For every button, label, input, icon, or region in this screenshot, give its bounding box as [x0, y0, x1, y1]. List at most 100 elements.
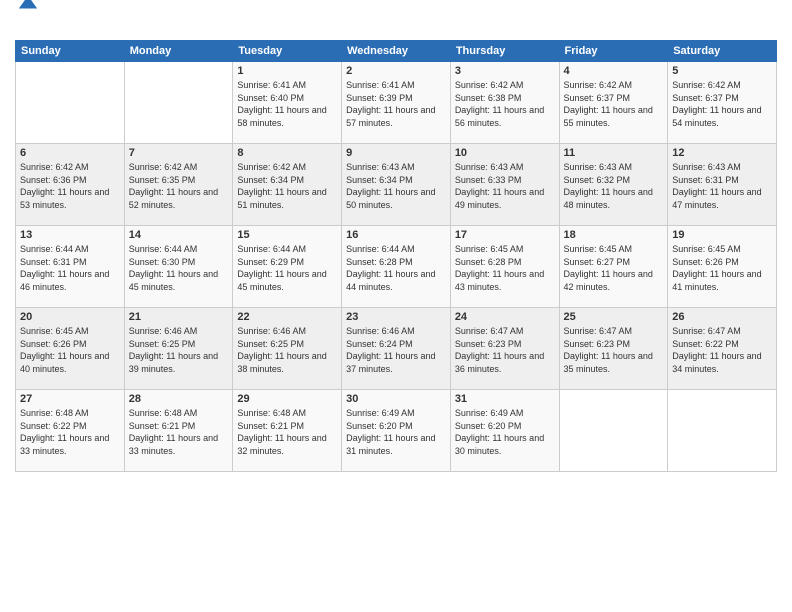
week-row-3: 13 Sunrise: 6:44 AMSunset: 6:31 PMDayligh…	[16, 226, 777, 308]
day-number: 19	[672, 229, 772, 241]
weekday-header-row: SundayMondayTuesdayWednesdayThursdayFrid…	[16, 41, 777, 62]
day-info: Sunrise: 6:42 AMSunset: 6:38 PMDaylight:…	[455, 79, 555, 129]
calendar-cell: 26 Sunrise: 6:47 AMSunset: 6:22 PMDayligh…	[668, 308, 777, 390]
day-info: Sunrise: 6:42 AMSunset: 6:35 PMDaylight:…	[129, 161, 229, 211]
calendar-cell: 16Sunrise: 6:44 AMSunset: 6:28 PMDayligh…	[342, 226, 451, 308]
day-info: Sunrise: 6:41 AMSunset: 6:39 PMDaylight:…	[346, 79, 446, 129]
calendar-cell: 4 Sunrise: 6:42 AMSunset: 6:37 PMDaylight…	[559, 62, 668, 144]
day-number: 1	[237, 65, 337, 77]
day-number: 6	[20, 147, 120, 159]
day-number: 22	[237, 311, 337, 323]
page: SundayMondayTuesdayWednesdayThursdayFrid…	[0, 0, 792, 612]
weekday-header-wednesday: Wednesday	[342, 41, 451, 62]
day-info: Sunrise: 6:47 AMSunset: 6:23 PMDaylight:…	[455, 325, 555, 375]
day-info: Sunrise: 6:48 AMSunset: 6:21 PMDaylight:…	[237, 407, 337, 457]
calendar-cell: 12 Sunrise: 6:43 AMSunset: 6:31 PMDayligh…	[668, 144, 777, 226]
day-info: Sunrise: 6:45 AMSunset: 6:26 PMDaylight:…	[672, 243, 772, 293]
weekday-header-friday: Friday	[559, 41, 668, 62]
calendar-cell: 28 Sunrise: 6:48 AMSunset: 6:21 PMDayligh…	[124, 390, 233, 472]
weekday-header-tuesday: Tuesday	[233, 41, 342, 62]
day-info: Sunrise: 6:45 AMSunset: 6:28 PMDaylight:…	[455, 243, 555, 293]
day-number: 2	[346, 65, 446, 77]
calendar-cell: 24 Sunrise: 6:47 AMSunset: 6:23 PMDayligh…	[450, 308, 559, 390]
calendar-table: SundayMondayTuesdayWednesdayThursdayFrid…	[15, 40, 777, 472]
calendar-cell: 23 Sunrise: 6:46 AMSunset: 6:24 PMDayligh…	[342, 308, 451, 390]
day-number: 20	[20, 311, 120, 323]
calendar-cell: 30 Sunrise: 6:49 AMSunset: 6:20 PMDayligh…	[342, 390, 451, 472]
day-number: 30	[346, 393, 446, 405]
header	[15, 10, 777, 32]
day-info: Sunrise: 6:45 AMSunset: 6:26 PMDaylight:…	[20, 325, 120, 375]
calendar-cell: 3 Sunrise: 6:42 AMSunset: 6:38 PMDaylight…	[450, 62, 559, 144]
calendar-cell: 19 Sunrise: 6:45 AMSunset: 6:26 PMDayligh…	[668, 226, 777, 308]
calendar-cell	[124, 62, 233, 144]
calendar-cell: 8Sunrise: 6:42 AMSunset: 6:34 PMDaylight…	[233, 144, 342, 226]
day-number: 21	[129, 311, 229, 323]
day-info: Sunrise: 6:45 AMSunset: 6:27 PMDaylight:…	[564, 243, 664, 293]
day-number: 31	[455, 393, 555, 405]
calendar-cell	[668, 390, 777, 472]
weekday-header-monday: Monday	[124, 41, 233, 62]
day-number: 25	[564, 311, 664, 323]
day-number: 10	[455, 147, 555, 159]
day-info: Sunrise: 6:43 AMSunset: 6:33 PMDaylight:…	[455, 161, 555, 211]
day-number: 12	[672, 147, 772, 159]
calendar-cell: 1 Sunrise: 6:41 AMSunset: 6:40 PMDaylight…	[233, 62, 342, 144]
day-number: 28	[129, 393, 229, 405]
calendar-cell: 6Sunrise: 6:42 AMSunset: 6:36 PMDaylight…	[16, 144, 125, 226]
day-number: 18	[564, 229, 664, 241]
weekday-header-sunday: Sunday	[16, 41, 125, 62]
day-number: 23	[346, 311, 446, 323]
day-info: Sunrise: 6:46 AMSunset: 6:24 PMDaylight:…	[346, 325, 446, 375]
day-number: 3	[455, 65, 555, 77]
day-info: Sunrise: 6:49 AMSunset: 6:20 PMDaylight:…	[455, 407, 555, 457]
calendar-cell: 11 Sunrise: 6:43 AMSunset: 6:32 PMDayligh…	[559, 144, 668, 226]
day-number: 14	[129, 229, 229, 241]
calendar-cell: 27 Sunrise: 6:48 AMSunset: 6:22 PMDayligh…	[16, 390, 125, 472]
week-row-2: 6Sunrise: 6:42 AMSunset: 6:36 PMDaylight…	[16, 144, 777, 226]
day-info: Sunrise: 6:44 AMSunset: 6:30 PMDaylight:…	[129, 243, 229, 293]
calendar-cell: 10 Sunrise: 6:43 AMSunset: 6:33 PMDayligh…	[450, 144, 559, 226]
week-row-1: 1 Sunrise: 6:41 AMSunset: 6:40 PMDaylight…	[16, 62, 777, 144]
day-info: Sunrise: 6:47 AMSunset: 6:22 PMDaylight:…	[672, 325, 772, 375]
day-info: Sunrise: 6:44 AMSunset: 6:29 PMDaylight:…	[237, 243, 337, 293]
day-number: 26	[672, 311, 772, 323]
calendar-cell: 29Sunrise: 6:48 AMSunset: 6:21 PMDayligh…	[233, 390, 342, 472]
day-number: 7	[129, 147, 229, 159]
day-number: 24	[455, 311, 555, 323]
day-number: 4	[564, 65, 664, 77]
calendar-cell	[16, 62, 125, 144]
day-number: 13	[20, 229, 120, 241]
calendar-cell: 9Sunrise: 6:43 AMSunset: 6:34 PMDaylight…	[342, 144, 451, 226]
day-info: Sunrise: 6:44 AMSunset: 6:31 PMDaylight:…	[20, 243, 120, 293]
day-info: Sunrise: 6:46 AMSunset: 6:25 PMDaylight:…	[237, 325, 337, 375]
weekday-header-saturday: Saturday	[668, 41, 777, 62]
day-number: 5	[672, 65, 772, 77]
day-info: Sunrise: 6:42 AMSunset: 6:37 PMDaylight:…	[672, 79, 772, 129]
calendar-cell: 2 Sunrise: 6:41 AMSunset: 6:39 PMDaylight…	[342, 62, 451, 144]
weekday-header-thursday: Thursday	[450, 41, 559, 62]
week-row-4: 20 Sunrise: 6:45 AMSunset: 6:26 PMDayligh…	[16, 308, 777, 390]
day-info: Sunrise: 6:42 AMSunset: 6:37 PMDaylight:…	[564, 79, 664, 129]
calendar-cell: 22 Sunrise: 6:46 AMSunset: 6:25 PMDayligh…	[233, 308, 342, 390]
logo	[15, 14, 39, 32]
calendar-cell: 13 Sunrise: 6:44 AMSunset: 6:31 PMDayligh…	[16, 226, 125, 308]
calendar-cell: 14 Sunrise: 6:44 AMSunset: 6:30 PMDayligh…	[124, 226, 233, 308]
calendar-cell: 17Sunrise: 6:45 AMSunset: 6:28 PMDayligh…	[450, 226, 559, 308]
calendar-cell: 7 Sunrise: 6:42 AMSunset: 6:35 PMDaylight…	[124, 144, 233, 226]
calendar-cell: 15Sunrise: 6:44 AMSunset: 6:29 PMDayligh…	[233, 226, 342, 308]
day-info: Sunrise: 6:48 AMSunset: 6:22 PMDaylight:…	[20, 407, 120, 457]
day-info: Sunrise: 6:41 AMSunset: 6:40 PMDaylight:…	[237, 79, 337, 129]
day-info: Sunrise: 6:43 AMSunset: 6:31 PMDaylight:…	[672, 161, 772, 211]
day-number: 11	[564, 147, 664, 159]
day-number: 27	[20, 393, 120, 405]
calendar-cell: 21Sunrise: 6:46 AMSunset: 6:25 PMDayligh…	[124, 308, 233, 390]
calendar-cell: 18 Sunrise: 6:45 AMSunset: 6:27 PMDayligh…	[559, 226, 668, 308]
calendar-cell: 25Sunrise: 6:47 AMSunset: 6:23 PMDayligh…	[559, 308, 668, 390]
day-info: Sunrise: 6:44 AMSunset: 6:28 PMDaylight:…	[346, 243, 446, 293]
day-info: Sunrise: 6:43 AMSunset: 6:32 PMDaylight:…	[564, 161, 664, 211]
day-info: Sunrise: 6:49 AMSunset: 6:20 PMDaylight:…	[346, 407, 446, 457]
calendar-cell	[559, 390, 668, 472]
week-row-5: 27 Sunrise: 6:48 AMSunset: 6:22 PMDayligh…	[16, 390, 777, 472]
day-info: Sunrise: 6:48 AMSunset: 6:21 PMDaylight:…	[129, 407, 229, 457]
